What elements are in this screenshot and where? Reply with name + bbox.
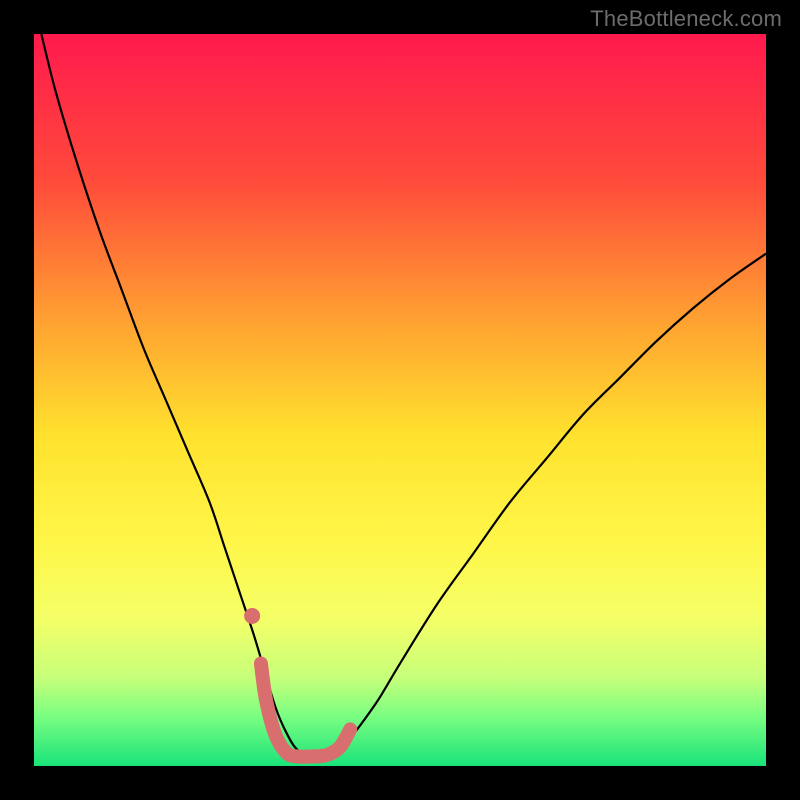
- plot-background: [34, 34, 766, 766]
- bottleneck-chart: [0, 0, 800, 800]
- chart-frame: TheBottleneck.com: [0, 0, 800, 800]
- watermark-text: TheBottleneck.com: [590, 6, 782, 32]
- highlight-start-dot: [244, 608, 260, 624]
